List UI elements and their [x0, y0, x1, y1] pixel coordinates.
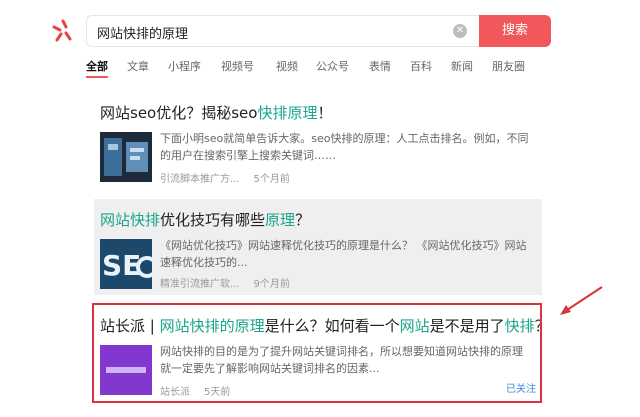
result-snippet: 下面小明seo就简单告诉大家。seo快排的原理：人工点击排名。例如，不同的用户在…	[160, 132, 529, 162]
result-meta: 引流脚本推广方... 5个月前	[160, 170, 304, 185]
search-query[interactable]: 网站快排的原理	[97, 23, 188, 42]
search-input[interactable]: 网站快排的原理 ✕	[86, 15, 479, 47]
tab-encyclopedia[interactable]: 百科	[410, 58, 432, 74]
logo-icon	[52, 19, 72, 42]
tab-mini-programs[interactable]: 小程序	[168, 58, 201, 74]
result-thumbnail: SE	[100, 239, 152, 289]
tab-official-accounts[interactable]: 公众号	[316, 58, 349, 74]
search-result[interactable]: 网站seo优化？揭秘seo快排原理！ 下面小明seo就简单告诉大家。seo快排的…	[94, 92, 542, 192]
svg-text:SE: SE	[102, 249, 141, 282]
search-result[interactable]: 网站快排优化技巧有哪些原理？ SE 《网站优化技巧》网站速释优化技巧的原理是什么…	[94, 199, 542, 295]
result-thumbnail	[100, 132, 152, 182]
annotation-box	[92, 303, 542, 403]
tab-articles[interactable]: 文章	[127, 58, 149, 74]
result-meta: 精准引流推广软... 9个月前	[160, 275, 304, 290]
tab-videos[interactable]: 视频	[276, 58, 298, 74]
tab-channels[interactable]: 视频号	[221, 58, 254, 74]
tab-stickers[interactable]: 表情	[369, 58, 391, 74]
result-title[interactable]: 网站快排优化技巧有哪些原理？	[100, 209, 310, 230]
tab-news[interactable]: 新闻	[451, 58, 473, 74]
active-tab-indicator	[86, 76, 108, 78]
tab-all[interactable]: 全部	[86, 58, 108, 74]
result-source[interactable]: 精准引流推广软...	[160, 279, 240, 290]
result-source[interactable]: 引流脚本推广方...	[160, 174, 240, 185]
result-time: 5个月前	[253, 174, 290, 185]
search-button[interactable]: 搜索	[479, 15, 551, 47]
clear-icon[interactable]: ✕	[453, 24, 467, 38]
result-snippet: 《网站优化技巧》网站速释优化技巧的原理是什么？ 《网站优化技巧》网站速释优化技巧…	[160, 239, 527, 269]
annotation-arrow-icon	[560, 286, 603, 315]
result-title[interactable]: 网站seo优化？揭秘seo快排原理！	[100, 102, 332, 123]
tab-moments[interactable]: 朋友圈	[492, 58, 525, 74]
result-time: 9个月前	[253, 279, 290, 290]
